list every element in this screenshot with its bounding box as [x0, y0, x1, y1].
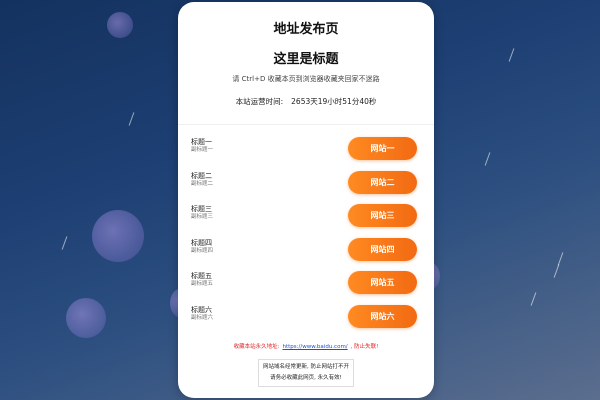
item-subtitle: 副标题五	[191, 281, 214, 287]
item-subtitle: 副标题四	[191, 247, 214, 254]
bg-streak	[484, 152, 491, 166]
bg-streak	[553, 264, 560, 278]
item-title: 标题三	[191, 205, 212, 213]
item-title: 标题四	[191, 238, 212, 247]
permanent-address-notice: 收藏本站永久地址: https://www.baidu.com/, 防止失联!	[178, 342, 434, 350]
uptime: 本站运营时间: 2653天19小时51分40秒	[178, 96, 434, 107]
site-button-2[interactable]: 网站二	[348, 170, 417, 194]
item-subtitle: 副标题三	[191, 214, 214, 220]
publish-card: 地址发布页 这里是标题 请 Ctrl+D 收藏本页到浏览器收藏夹回家不迷路 本站…	[178, 2, 434, 398]
list-item: 标题一 副标题一 网站一	[178, 125, 434, 160]
item-title: 标题二	[191, 171, 212, 180]
page-title: 地址发布页	[273, 22, 339, 37]
item-title: 标题一	[191, 138, 212, 146]
notice-prefix: 收藏本站永久地址:	[233, 344, 280, 350]
permanent-address-link[interactable]: https://www.baidu.com/	[282, 344, 347, 350]
main-title: 这里是标题	[273, 52, 339, 67]
notice-line-2: 请务必收藏此网页, 永久有效!	[270, 375, 342, 381]
item-subtitle: 副标题六	[191, 314, 214, 321]
list-item: 标题六 副标题六 网站六	[178, 293, 434, 328]
site-button-3[interactable]: 网站三	[348, 204, 417, 227]
item-subtitle: 副标题一	[191, 147, 214, 153]
card-header: 地址发布页 这里是标题 请 Ctrl+D 收藏本页到浏览器收藏夹回家不迷路 本站…	[178, 2, 434, 107]
list-item: 标题四 副标题四 网站四	[178, 226, 434, 261]
footer: 收藏本站永久地址: https://www.baidu.com/, 防止失联! 网…	[178, 342, 434, 387]
bookmark-notice-box: 网站域名经常更新, 防止网站打不开 请务必收藏此网页, 永久有效!	[258, 359, 354, 387]
site-button-5[interactable]: 网站五	[348, 271, 417, 294]
site-button-6[interactable]: 网站六	[348, 304, 417, 328]
item-subtitle: 副标题二	[191, 180, 214, 187]
bg-streak	[508, 48, 515, 62]
notice-suffix: , 防止失联!	[350, 344, 379, 350]
uptime-label: 本站运营时间:	[235, 97, 284, 106]
uptime-value: 2653天19小时51分40秒	[291, 97, 377, 106]
bg-bubble	[66, 298, 106, 338]
bookmark-hint: 请 Ctrl+D 收藏本页到浏览器收藏夹回家不迷路	[232, 75, 380, 83]
bg-streak	[61, 236, 68, 250]
item-title: 标题五	[191, 272, 212, 280]
notice-line-1: 网站域名经常更新, 防止网站打不开	[263, 364, 349, 370]
site-button-1[interactable]: 网站一	[348, 137, 417, 160]
list-item: 标题五 副标题五 网站五	[178, 259, 434, 294]
item-title: 标题六	[191, 305, 212, 314]
bg-streak	[530, 292, 537, 306]
site-button-4[interactable]: 网站四	[348, 237, 417, 261]
bg-streak	[128, 112, 135, 126]
list-item: 标题二 副标题二 网站二	[178, 159, 434, 194]
site-list: 标题一 副标题一 网站一 标题二 副标题二 网站二 标题三 副标题三 网站三 标…	[178, 124, 434, 328]
bg-bubble	[92, 210, 144, 262]
bg-bubble	[107, 12, 133, 38]
list-item: 标题三 副标题三 网站三	[178, 192, 434, 227]
